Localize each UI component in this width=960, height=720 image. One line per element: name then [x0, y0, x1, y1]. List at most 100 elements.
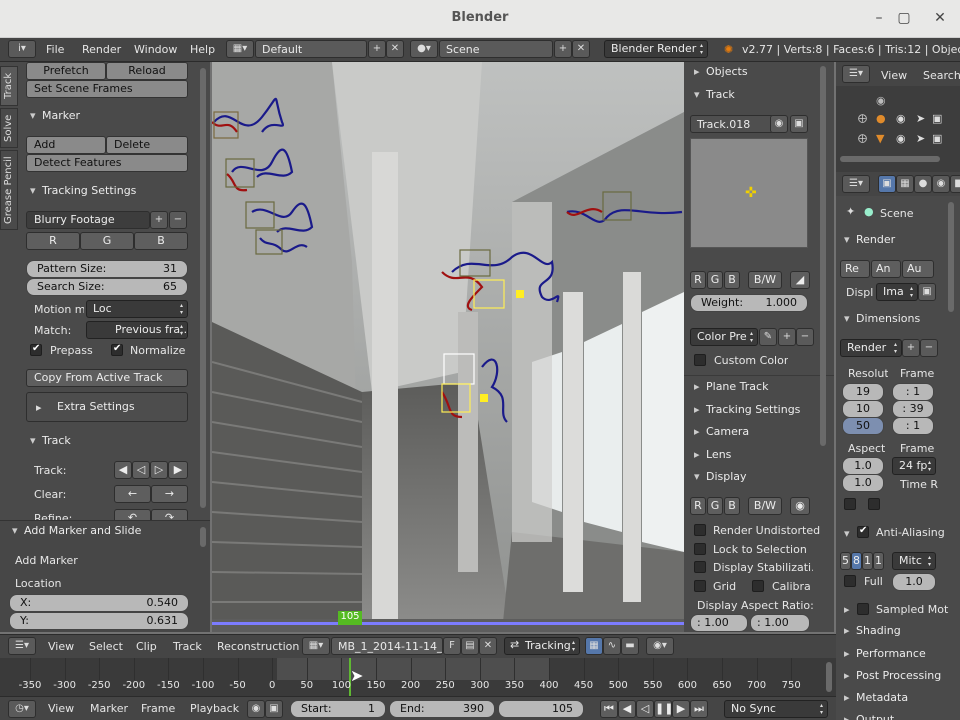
aa-samples-8-toggle[interactable]: 8	[851, 552, 862, 570]
location-x-field[interactable]: X: 0.540	[9, 594, 189, 612]
preview-alpha-icon[interactable]: ◢	[790, 271, 810, 289]
clip-viewport[interactable]: 105	[212, 62, 684, 632]
clear-after-icon[interactable]: →	[151, 485, 188, 503]
channel-r-toggle[interactable]: R	[26, 232, 80, 250]
object-tab-icon[interactable]: ■	[950, 175, 960, 193]
dimensions-panel-header[interactable]: Dimensions	[840, 309, 940, 329]
prepass-checkbox[interactable]	[30, 343, 42, 356]
full-sample-checkbox[interactable]	[844, 575, 856, 587]
operator-panel-header[interactable]: Add Marker and Slide	[8, 521, 198, 541]
display-g-toggle[interactable]: G	[707, 497, 723, 515]
set-scene-frames-button[interactable]: Set Scene Frames	[26, 80, 188, 98]
lock-to-selection-checkbox[interactable]	[694, 543, 706, 555]
clip-menu-track[interactable]: Track	[173, 640, 202, 653]
objects-panel-header[interactable]: Objects	[690, 62, 814, 82]
camera-header[interactable]: Camera	[690, 422, 814, 442]
aspect-x-field[interactable]: 1.0	[842, 457, 884, 475]
properties-scrollbar[interactable]	[948, 202, 954, 312]
play-reverse-icon[interactable]: ◁	[636, 700, 654, 718]
clip-menu-view[interactable]: View	[48, 640, 74, 653]
filter-size-field[interactable]: 1.0	[892, 573, 936, 591]
delete-marker-button[interactable]: Delete	[106, 136, 188, 154]
channel-b-toggle[interactable]: B	[134, 232, 188, 250]
pivot-point-icon[interactable]: ◉▾	[646, 637, 674, 655]
clip-menu-clip[interactable]: Clip	[136, 640, 157, 653]
performance-panel-header[interactable]: Performance	[840, 644, 940, 664]
preview-g-toggle[interactable]: G	[707, 271, 723, 289]
preview-b-toggle[interactable]: B	[724, 271, 740, 289]
tab-solve[interactable]: Solve	[0, 108, 18, 148]
track-panel-header[interactable]: Track	[26, 431, 188, 451]
frame-rate-select[interactable]: 24 fp	[892, 457, 936, 475]
track-prev-frame-icon[interactable]: ◁	[132, 461, 150, 479]
motion-model-select[interactable]: Loc	[86, 300, 188, 318]
search-size-field[interactable]: Search Size: 65	[26, 278, 188, 296]
menu-help[interactable]: Help	[190, 43, 215, 56]
aa-samples-5-toggle[interactable]: 5	[840, 552, 851, 570]
tracking-preset-select[interactable]: Blurry Footage	[26, 211, 150, 229]
display-stabilization-checkbox[interactable]	[694, 561, 706, 573]
fake-user-button[interactable]: F	[443, 637, 461, 655]
display-b-toggle[interactable]: B	[724, 497, 740, 515]
aa-filter-select[interactable]: Mitc	[892, 552, 936, 570]
outliner-scrollbar[interactable]	[840, 156, 940, 162]
pattern-size-field[interactable]: Pattern Size: 31	[26, 260, 188, 278]
border-checkbox[interactable]	[844, 498, 856, 510]
copy-from-active-track-button[interactable]: Copy From Active Track	[26, 369, 188, 387]
track-backwards-icon[interactable]: ◀	[114, 461, 132, 479]
add-scene-icon[interactable]: +	[554, 40, 572, 58]
frame-start-field[interactable]: : 1	[892, 383, 934, 401]
lock-icon[interactable]: ▣	[790, 115, 808, 133]
remove-layout-icon[interactable]: ✕	[386, 40, 404, 58]
timeline-editor-type-icon[interactable]: ◷▾	[8, 700, 36, 718]
pause-icon[interactable]: ❚❚	[654, 700, 672, 718]
render-tab-icon[interactable]: ▣	[878, 175, 896, 193]
clip-properties-scrollbar[interactable]	[820, 66, 826, 446]
outliner-view-menu[interactable]: View	[881, 69, 907, 82]
render-panel-header[interactable]: Render	[840, 230, 940, 250]
add-layout-icon[interactable]: +	[368, 40, 386, 58]
clip-menu-select[interactable]: Select	[89, 640, 123, 653]
metadata-panel-header[interactable]: Metadata	[840, 688, 940, 708]
color-swatch-icon[interactable]: ✎	[759, 328, 777, 346]
resolution-y-field[interactable]: 10	[842, 400, 884, 418]
operator-scrollbar[interactable]	[200, 527, 206, 547]
start-frame-field[interactable]: Start: 1	[290, 700, 386, 718]
timeline-menu-view[interactable]: View	[48, 702, 74, 715]
tracking-settings-right-header[interactable]: Tracking Settings	[690, 400, 814, 420]
detect-features-button[interactable]: Detect Features	[26, 154, 188, 172]
add-color-preset-icon[interactable]: +	[778, 328, 796, 346]
remove-dimensions-preset-icon[interactable]: −	[920, 339, 938, 357]
display-aspect-y-field[interactable]: : 1.00	[750, 614, 810, 632]
expand-icon-2[interactable]: ⨁	[858, 134, 867, 144]
grid-checkbox[interactable]	[694, 580, 706, 592]
add-marker-button[interactable]: Add	[26, 136, 106, 154]
menu-file[interactable]: File	[46, 43, 64, 56]
unlink-clip-icon[interactable]: ✕	[479, 637, 497, 655]
frame-end-field[interactable]: : 39	[892, 400, 934, 418]
preview-bw-toggle[interactable]: B/W	[748, 271, 782, 289]
sampled-motion-arrow-icon[interactable]: ▸	[844, 603, 850, 616]
location-y-field[interactable]: Y: 0.631	[9, 612, 189, 630]
dimensions-preset-select[interactable]: Render	[840, 339, 902, 357]
pin-icon[interactable]: ✦	[846, 205, 855, 218]
visibility-eye-icon[interactable]: ◉	[896, 112, 906, 125]
expand-icon[interactable]: ⨁	[858, 114, 867, 124]
calibration-checkbox[interactable]	[752, 580, 764, 592]
tab-track[interactable]: Track	[0, 66, 18, 106]
preview-r-toggle[interactable]: R	[690, 271, 706, 289]
prefetch-button[interactable]: Prefetch	[26, 62, 106, 80]
jump-keyframe-back-icon[interactable]: ◀	[618, 700, 636, 718]
crop-checkbox[interactable]	[868, 498, 880, 510]
menu-render[interactable]: Render	[82, 43, 121, 56]
close-icon[interactable]: ✕	[929, 8, 951, 28]
timeline-menu-playback[interactable]: Playback	[190, 702, 239, 715]
outliner-search-menu[interactable]: Search	[923, 69, 960, 82]
menu-window[interactable]: Window	[134, 43, 177, 56]
lock-interface-icon[interactable]: ▣	[918, 283, 936, 301]
end-frame-field[interactable]: End: 390	[389, 700, 495, 718]
scene-tab-icon[interactable]: ●	[914, 175, 932, 193]
visibility-eye-icon-2[interactable]: ◉	[896, 132, 906, 145]
display-eye-icon[interactable]: ◉	[790, 497, 810, 515]
dopesheet-view-icon[interactable]: ▬	[621, 637, 639, 655]
